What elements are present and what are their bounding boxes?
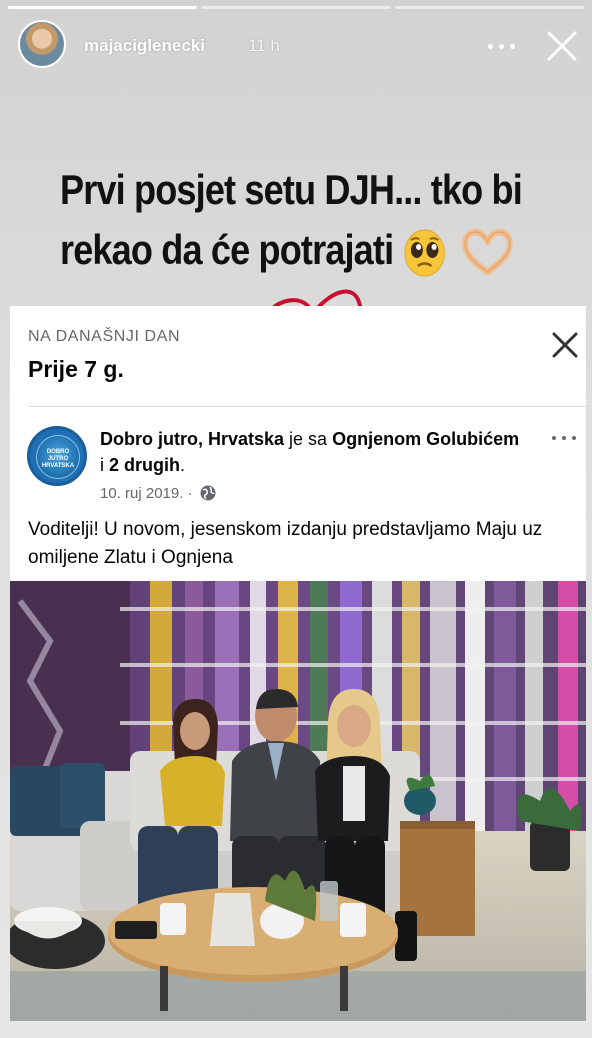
dot-icon	[562, 436, 566, 440]
logo-badge: DOBRO JUTRO HRVATSKA	[36, 435, 80, 479]
progress-segment	[394, 6, 584, 9]
others-link[interactable]: 2 drugih	[109, 455, 180, 475]
dot-icon	[510, 44, 515, 49]
post-date[interactable]: 10. ruj 2019. ·	[100, 484, 217, 502]
post-more-button[interactable]	[550, 430, 580, 446]
caption-line-2: rekao da će potrajati	[60, 220, 513, 280]
globe-icon	[200, 485, 216, 501]
post-text: Voditelji! U novom, jesenskom izdanju pr…	[28, 519, 543, 568]
close-story-button[interactable]	[542, 26, 582, 66]
post-header: Dobro jutro, Hrvatska je sa Ognjenom Gol…	[100, 426, 520, 478]
story-view[interactable]: majaciglenecki 11 h Prvi posjet setu DJH…	[0, 0, 592, 1038]
story-caption: Prvi posjet setu DJH... tko bi rekao da …	[60, 160, 523, 280]
more-options-button[interactable]	[486, 30, 518, 62]
heart-hands-icon	[461, 228, 513, 276]
close-icon	[547, 31, 577, 61]
divider	[28, 406, 586, 407]
caption-line-2-text: rekao da će potrajati	[60, 226, 394, 273]
memory-years-ago: Prije 7 g.	[28, 356, 124, 382]
page-logo[interactable]: DOBRO JUTRO HRVATSKA	[27, 426, 87, 486]
memory-label: NA DANAŠNJI DAN	[28, 328, 181, 345]
dot-icon	[499, 44, 504, 49]
end-text: .	[180, 455, 186, 475]
post-photo[interactable]	[10, 581, 586, 1021]
logo-text-line: HRVATSKA	[41, 463, 75, 469]
tagged-person-link[interactable]: Ognjenom Golubićem	[332, 429, 519, 449]
logo-text: DOBRO JUTRO HRVATSKA	[37, 449, 79, 470]
post-date-text: 10. ruj 2019. ·	[100, 484, 193, 502]
close-icon	[552, 332, 578, 358]
dot-icon	[488, 44, 493, 49]
logo-text-line: JUTRO	[47, 456, 69, 462]
pleading-face-icon	[404, 229, 445, 277]
story-username[interactable]: majaciglenecki	[84, 36, 205, 56]
progress-segment	[201, 6, 391, 9]
page-name-link[interactable]: Dobro jutro, Hrvatska	[100, 429, 284, 449]
tv-studio-photo	[10, 581, 586, 1021]
and-text: i	[100, 455, 109, 475]
logo-text-line: DOBRO	[46, 449, 70, 455]
caption-line-1: Prvi posjet setu DJH... tko bi	[60, 166, 523, 213]
with-text: je sa	[284, 429, 333, 449]
story-timestamp: 11 h	[248, 36, 280, 55]
memory-close-button[interactable]	[548, 328, 582, 362]
memory-card[interactable]: NA DANAŠNJI DAN Prije 7 g. DOBRO JUTRO H…	[10, 306, 586, 581]
avatar[interactable]	[18, 20, 66, 68]
story-progress-bar	[8, 6, 584, 9]
dot-icon	[552, 436, 556, 440]
dot-icon	[572, 436, 576, 440]
progress-segment	[8, 6, 198, 9]
